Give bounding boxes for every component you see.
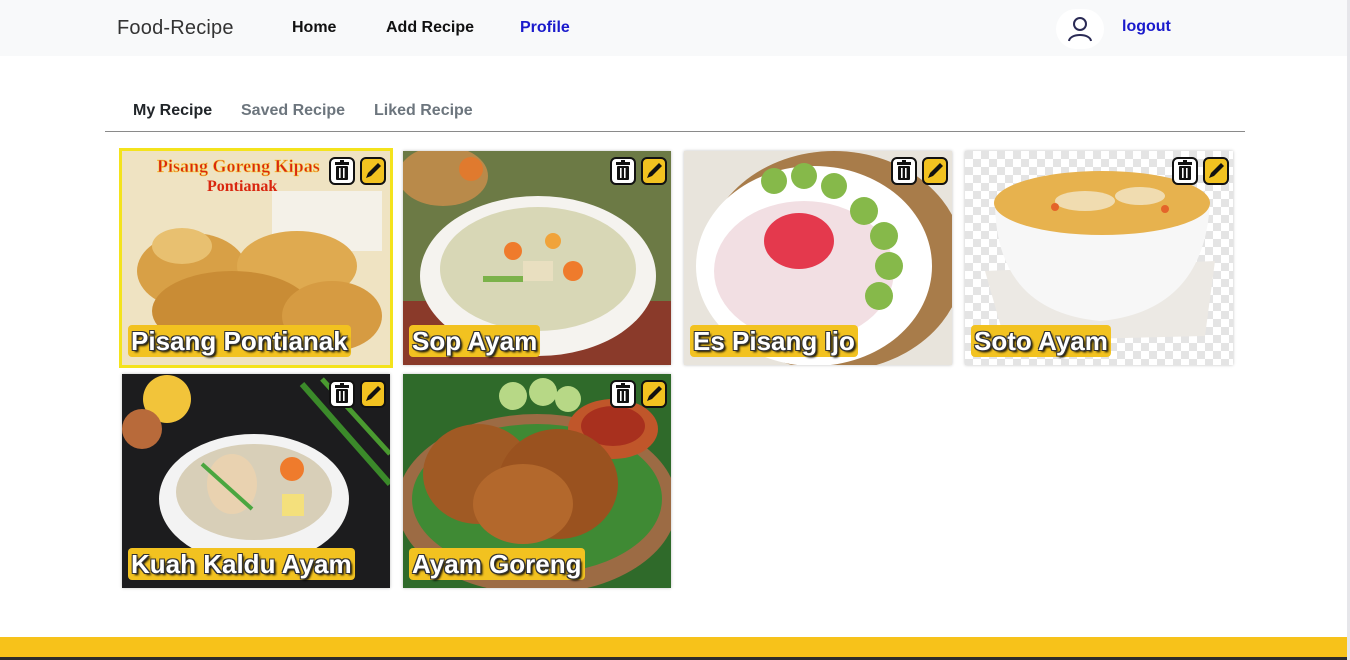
pencil-icon — [1209, 163, 1224, 178]
trash-icon — [616, 160, 630, 180]
delete-button[interactable] — [329, 157, 355, 185]
recipe-card[interactable]: Ayam Goreng — [403, 374, 671, 588]
edit-button[interactable] — [360, 380, 386, 408]
tab-saved-recipe[interactable]: Saved Recipe — [241, 102, 345, 120]
edit-button[interactable] — [641, 157, 667, 185]
recipe-card[interactable]: Kuah Kaldu Ayam — [122, 374, 390, 588]
delete-button[interactable] — [891, 157, 917, 185]
recipe-title: Kuah Kaldu Ayam — [128, 548, 355, 580]
user-icon — [1068, 17, 1092, 42]
pencil-icon — [647, 163, 662, 178]
nav-add-recipe[interactable]: Add Recipe — [386, 19, 474, 37]
user-avatar[interactable] — [1056, 9, 1104, 49]
recipe-title: Soto Ayam — [971, 325, 1111, 357]
edit-button[interactable] — [1203, 157, 1229, 185]
recipe-card[interactable]: Sop Ayam — [403, 151, 671, 365]
trash-icon — [897, 160, 911, 180]
nav-home[interactable]: Home — [292, 19, 336, 37]
recipe-card[interactable]: Soto Ayam — [965, 151, 1233, 365]
tab-my-recipe[interactable]: My Recipe — [133, 102, 212, 120]
footer-bar — [0, 637, 1347, 657]
navbar: Food-Recipe Home Add Recipe Profile logo… — [0, 0, 1350, 56]
pencil-icon — [366, 163, 381, 178]
edit-button[interactable] — [360, 157, 386, 185]
brand-logo[interactable]: Food-Recipe — [117, 17, 234, 40]
trash-icon — [1178, 160, 1192, 180]
recipe-card[interactable]: Es Pisang Ijo — [684, 151, 952, 365]
recipe-title: Pisang Pontianak — [128, 325, 351, 357]
recipe-title: Ayam Goreng — [409, 548, 585, 580]
delete-button[interactable] — [329, 380, 355, 408]
pencil-icon — [928, 163, 943, 178]
logout-link[interactable]: logout — [1122, 18, 1171, 36]
edit-button[interactable] — [641, 380, 667, 408]
pencil-icon — [647, 386, 662, 401]
image-caption-line1: Pisang Goreng Kipas — [157, 156, 320, 176]
delete-button[interactable] — [610, 157, 636, 185]
delete-button[interactable] — [1172, 157, 1198, 185]
recipe-title: Sop Ayam — [409, 325, 541, 357]
recipe-card[interactable]: Pisang Goreng Kipas Pontianak Pisang Pon… — [122, 151, 390, 365]
image-caption-line2: Pontianak — [207, 178, 277, 195]
delete-button[interactable] — [610, 380, 636, 408]
recipe-title: Es Pisang Ijo — [690, 325, 858, 357]
trash-icon — [616, 383, 630, 403]
nav-profile[interactable]: Profile — [520, 19, 570, 37]
tab-liked-recipe[interactable]: Liked Recipe — [374, 102, 473, 120]
pencil-icon — [366, 386, 381, 401]
tab-divider — [105, 131, 1245, 132]
trash-icon — [335, 383, 349, 403]
edit-button[interactable] — [922, 157, 948, 185]
trash-icon — [335, 160, 349, 180]
